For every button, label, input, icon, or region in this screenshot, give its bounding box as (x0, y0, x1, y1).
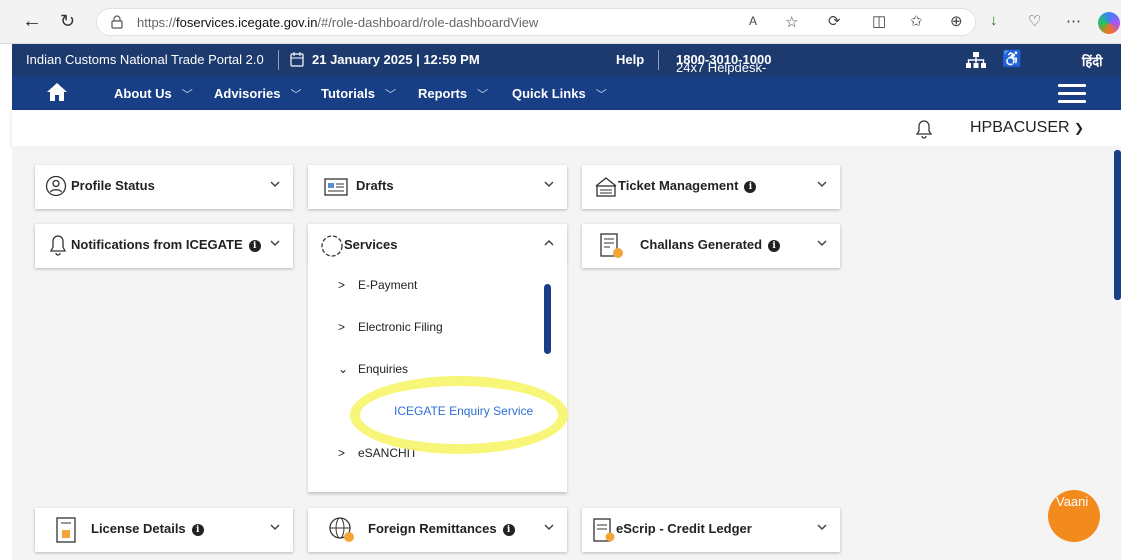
copilot-icon[interactable] (1098, 12, 1120, 34)
chevron-right-icon: > (338, 320, 346, 334)
chevron-right-icon: > (338, 278, 346, 292)
chevron-right-icon: > (338, 446, 346, 460)
card-title: License Details i (91, 521, 204, 536)
sitemap-icon[interactable] (966, 52, 986, 68)
card-drafts[interactable]: Drafts (308, 165, 567, 209)
nav-about-us[interactable]: About Us ﹀ (114, 86, 193, 102)
card-title: eScrip - Credit Ledger (616, 521, 752, 536)
chevron-down-icon: ❯ (1074, 121, 1085, 135)
divider (278, 50, 279, 70)
services-gear-icon (321, 235, 343, 257)
chevron-down-icon: ⌄ (338, 362, 349, 376)
collections-icon[interactable]: ⊕ (950, 12, 963, 30)
info-icon[interactable]: i (248, 240, 261, 252)
info-icon[interactable]: i (768, 240, 781, 252)
current-datetime: 21 January 2025 | 12:59 PM (312, 52, 480, 67)
chevron-down-icon: ﹀ (181, 89, 193, 101)
notification-bell-icon[interactable] (915, 119, 933, 139)
chevron-down-icon[interactable] (269, 521, 281, 533)
chevron-up-icon[interactable] (543, 237, 555, 249)
license-icon (56, 517, 76, 543)
card-notifications[interactable]: Notifications from ICEGATE i (35, 224, 293, 268)
user-menu[interactable]: HPBACUSER ❯ (970, 119, 1084, 137)
site-info-icon[interactable] (111, 15, 123, 29)
card-title: Services (344, 237, 398, 252)
challan-icon (600, 233, 623, 258)
refresh-icon[interactable]: ↻ (60, 10, 75, 32)
menu-item-epayment[interactable]: > E-Payment (338, 278, 417, 292)
calendar-icon (290, 52, 304, 67)
nav-reports[interactable]: Reports ﹀ (418, 86, 488, 102)
chevron-down-icon[interactable] (543, 521, 555, 533)
ticket-icon (595, 177, 617, 197)
drafts-icon (324, 178, 348, 196)
card-foreign-remittances[interactable]: Foreign Remittances i (308, 508, 567, 552)
profile-icon (45, 175, 67, 197)
card-challans[interactable]: Challans Generated i (582, 224, 840, 268)
hamburger-menu-icon[interactable] (1058, 84, 1086, 104)
nav-advisories[interactable]: Advisories ﹀ (214, 86, 301, 102)
user-bar: HPBACUSER ❯ (12, 110, 1121, 146)
menu-item-electronic-filing[interactable]: > Electronic Filing (338, 320, 443, 334)
page-scrollbar[interactable] (1114, 150, 1121, 300)
home-icon[interactable] (46, 82, 68, 102)
chevron-down-icon: ﹀ (595, 89, 607, 101)
globe-icon (329, 517, 354, 542)
favorite-star-icon[interactable]: ☆ (785, 13, 798, 31)
info-icon[interactable]: i (191, 524, 204, 536)
nav-tutorials[interactable]: Tutorials ﹀ (321, 86, 396, 102)
services-scrollbar[interactable] (544, 284, 551, 354)
browser-toolbar: ← ↻ https://foservices.icegate.gov.in/#/… (0, 0, 1121, 44)
card-title: Profile Status (71, 178, 155, 193)
portal-info-bar: Indian Customs National Trade Portal 2.0… (12, 44, 1121, 76)
accessibility-icon[interactable]: ♿ (1002, 49, 1022, 69)
more-menu-icon[interactable]: ⋯ (1066, 12, 1081, 30)
read-aloud-icon[interactable]: A (749, 14, 757, 28)
url-text: https://foservices.icegate.gov.in/#/role… (137, 15, 539, 30)
help-link[interactable]: Help (616, 52, 644, 67)
chevron-down-icon[interactable] (269, 178, 281, 190)
back-arrow-icon[interactable]: ← (22, 10, 42, 32)
chevron-down-icon[interactable] (816, 237, 828, 249)
icegate-enquiry-service-link[interactable]: ICEGATE Enquiry Service (394, 404, 533, 418)
helpdesk-info: 24x7 Helpdesk- 1800-3010-1000 (676, 52, 772, 75)
chevron-down-icon[interactable] (816, 178, 828, 190)
chevron-down-icon: ﹀ (384, 89, 396, 101)
portal-name: Indian Customs National Trade Portal 2.0 (26, 52, 264, 67)
ledger-icon (593, 518, 615, 542)
card-title: Drafts (356, 178, 394, 193)
card-title: Foreign Remittances i (368, 521, 515, 536)
vaani-label: Vaani (1056, 494, 1089, 509)
info-icon[interactable]: i (502, 524, 515, 536)
bell-icon (49, 235, 67, 256)
chevron-down-icon: ﹀ (477, 89, 489, 101)
main-navbar: About Us ﹀ Advisories ﹀ Tutorials ﹀ Reports… (12, 76, 1121, 110)
browser-essentials-icon[interactable]: ♡ (1028, 12, 1041, 30)
favorites-icon[interactable]: ✩ (910, 12, 923, 30)
card-license-details[interactable]: License Details i (35, 508, 293, 552)
chevron-down-icon[interactable] (816, 521, 828, 533)
language-toggle[interactable]: हिंदी (1082, 52, 1103, 70)
info-icon[interactable]: i (744, 181, 757, 193)
address-bar[interactable]: https://foservices.icegate.gov.in/#/role… (96, 8, 976, 36)
card-escrip-credit-ledger[interactable]: eScrip - Credit Ledger (582, 508, 840, 552)
extension-icon[interactable]: ⟳ (828, 12, 841, 30)
downloads-icon[interactable]: ↓ (990, 12, 998, 29)
card-title: Ticket Management i (618, 178, 757, 193)
card-title: Challans Generated i (640, 237, 781, 252)
card-title: Notifications from ICEGATE i (71, 237, 261, 252)
nav-quick-links[interactable]: Quick Links ﹀ (512, 86, 607, 102)
card-services[interactable]: Services (308, 224, 567, 268)
menu-item-enquiries[interactable]: ⌄ Enquiries (338, 362, 408, 376)
chevron-down-icon[interactable] (269, 237, 281, 249)
card-profile-status[interactable]: Profile Status (35, 165, 293, 209)
split-screen-icon[interactable]: ◫ (872, 12, 886, 30)
divider (658, 50, 659, 70)
card-ticket-management[interactable]: Ticket Management i (582, 165, 840, 209)
chevron-down-icon[interactable] (543, 178, 555, 190)
chevron-down-icon: ﹀ (290, 89, 302, 101)
